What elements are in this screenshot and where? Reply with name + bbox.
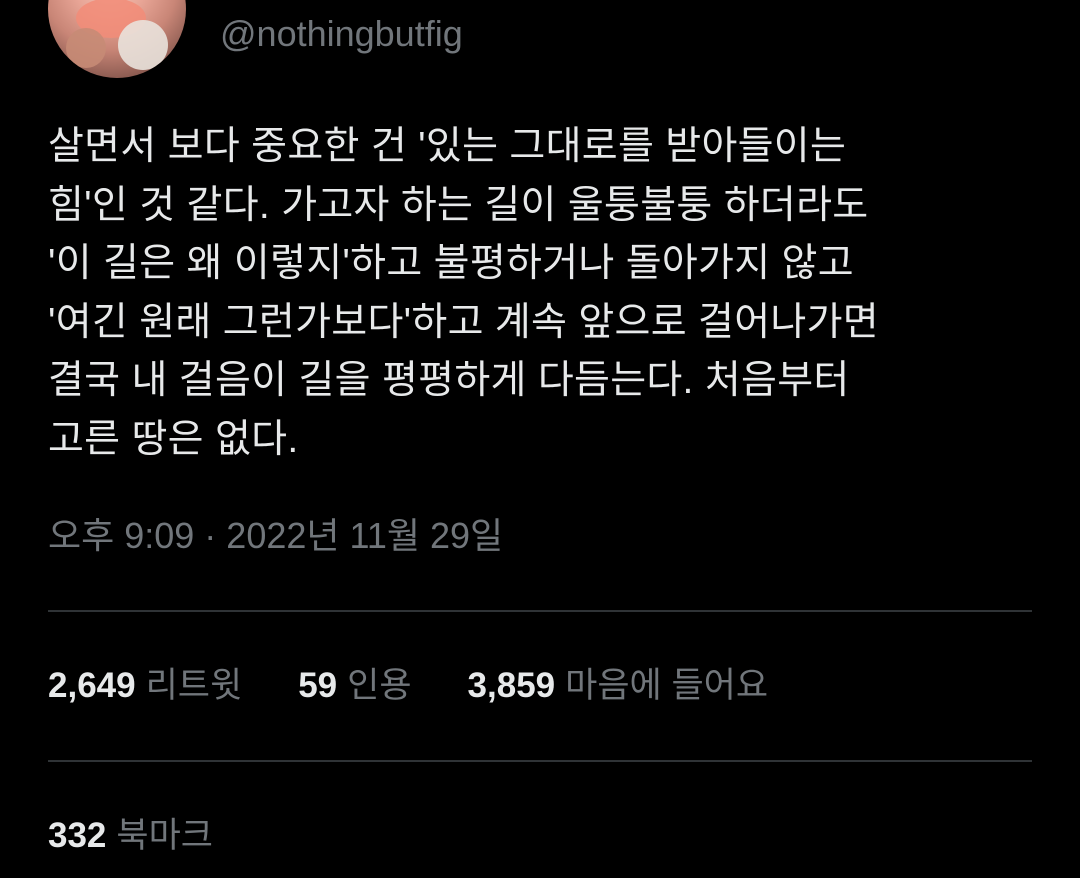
bookmarks-stat[interactable]: 332 북마크 <box>48 812 213 860</box>
avatar-shirt-shape <box>118 20 168 70</box>
quotes-label: 인용 <box>347 666 412 705</box>
tweet-line: '이 길은 왜 이렇지'하고 불평하거나 돌아가지 않고 <box>48 242 854 285</box>
retweets-stat[interactable]: 2,649 리트윗 <box>48 662 242 710</box>
quotes-count: 59 <box>298 666 338 705</box>
retweets-label: 리트윗 <box>145 666 243 705</box>
quotes-stat[interactable]: 59 인용 <box>298 662 411 710</box>
likes-label: 마음에 들어요 <box>565 666 769 705</box>
author-handle[interactable]: @nothingbutfig <box>220 14 463 54</box>
tweet-timestamp[interactable]: 오후 9:09 · 2022년 11월 29일 <box>48 512 503 560</box>
tweet-line: 힘'인 것 같다. 가고자 하는 길이 울퉁불퉁 하더라도 <box>48 183 869 227</box>
engagement-stats: 2,649 리트윗 59 인용 3,859 마음에 들어요 <box>48 662 824 710</box>
tweet-line: 결국 내 걸음이 길을 평평하게 다듬는다. 처음부터 <box>48 359 850 402</box>
tweet-text: 살면서 보다 중요한 건 '있는 그대로를 받아들이는 힘'인 것 같다. 가고… <box>48 118 1038 469</box>
divider <box>48 610 1032 612</box>
divider <box>48 760 1032 762</box>
tweet-line: '여긴 원래 그런가보다'하고 계속 앞으로 걸어나가면 <box>48 300 879 344</box>
likes-stat[interactable]: 3,859 마음에 들어요 <box>468 662 769 710</box>
bookmark-stats: 332 북마크 <box>48 812 269 860</box>
avatar-hand-shape <box>66 28 106 68</box>
likes-count: 3,859 <box>467 666 556 705</box>
tweet-line: 고른 땅은 없다. <box>48 417 299 461</box>
bookmarks-count: 332 <box>48 816 107 855</box>
bookmarks-label: 북마크 <box>116 816 214 855</box>
tweet-line: 살면서 보다 중요한 건 '있는 그대로를 받아들이는 <box>48 125 847 168</box>
retweets-count: 2,649 <box>48 666 136 705</box>
avatar[interactable] <box>48 0 186 78</box>
